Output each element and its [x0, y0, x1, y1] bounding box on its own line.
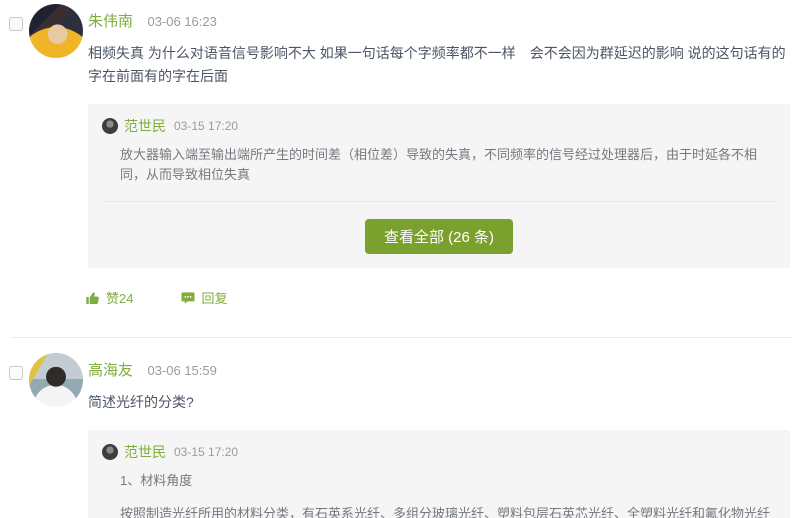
post-divider — [10, 337, 792, 338]
reply-author-link[interactable]: 范世民 — [124, 442, 166, 462]
forum-thread-list: 朱伟南 03-06 16:23 相频失真 为什么对语音信号影响不大 如果一句话每… — [0, 0, 800, 518]
reply-header: 范世民 03-15 17:20 — [102, 116, 776, 136]
post-header: 高海友 03-06 15:59 — [88, 351, 800, 380]
post: 高海友 03-06 15:59 简述光纤的分类? 范世民 03-15 17:20… — [0, 351, 800, 518]
reply-action-label: 回复 — [201, 288, 227, 307]
view-all-replies-button[interactable]: 查看全部 (26 条) — [365, 219, 513, 254]
post-timestamp: 03-06 15:59 — [147, 363, 216, 378]
reply-box: 范世民 03-15 17:20 放大器输入端至输出端所产生的时间差（相位差）导致… — [88, 104, 790, 268]
post-actions: 赞24 回复 — [85, 288, 800, 307]
reply-box: 范世民 03-15 17:20 1、材料角度 按照制造光纤所用的材料分类，有石英… — [88, 430, 790, 518]
reply-header: 范世民 03-15 17:20 — [102, 442, 776, 462]
like-count-label: 赞24 — [106, 288, 133, 307]
reply-timestamp: 03-15 17:20 — [174, 119, 238, 133]
reply-button[interactable]: 回复 — [180, 288, 227, 307]
post-content: 简述光纤的分类? — [88, 391, 790, 414]
reply-user-avatar[interactable] — [102, 444, 118, 460]
thumbs-up-icon — [85, 290, 101, 306]
reply-user-avatar[interactable] — [102, 118, 118, 134]
user-avatar[interactable] — [29, 4, 83, 58]
reply-content: 按照制造光纤所用的材料分类，有石英系光纤、多组分玻璃光纤、塑料包层石英芯光纤、全… — [120, 504, 776, 518]
select-post-checkbox[interactable] — [9, 17, 23, 31]
select-post-checkbox[interactable] — [9, 366, 23, 380]
reply-content: 1、材料角度 — [120, 471, 776, 491]
like-button[interactable]: 赞24 — [85, 288, 133, 307]
post-content: 相频失真 为什么对语音信号影响不大 如果一句话每个字频率都不一样 会不会因为群延… — [88, 42, 790, 88]
reply-author-link[interactable]: 范世民 — [124, 116, 166, 136]
post-author-link[interactable]: 朱伟南 — [88, 13, 133, 30]
reply-timestamp: 03-15 17:20 — [174, 445, 238, 459]
view-all-row: 查看全部 (26 条) — [102, 202, 776, 254]
reply-content: 放大器输入端至输出端所产生的时间差（相位差）导致的失真，不同频率的信号经过处理器… — [120, 145, 776, 185]
post-timestamp: 03-06 16:23 — [147, 14, 216, 29]
post: 朱伟南 03-06 16:23 相频失真 为什么对语音信号影响不大 如果一句话每… — [0, 2, 800, 307]
user-avatar[interactable] — [29, 353, 83, 407]
comment-icon — [180, 290, 196, 306]
post-author-link[interactable]: 高海友 — [88, 362, 133, 379]
post-header: 朱伟南 03-06 16:23 — [88, 2, 800, 31]
